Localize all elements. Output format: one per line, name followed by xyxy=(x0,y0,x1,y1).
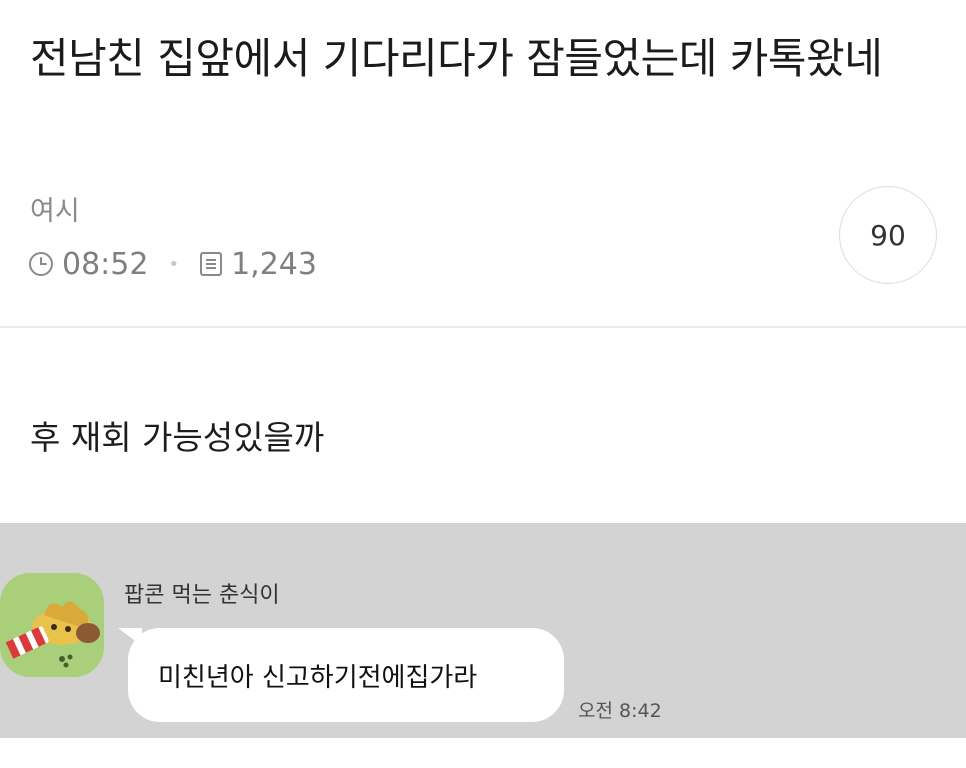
document-icon xyxy=(199,251,223,277)
post-views: 1,243 xyxy=(231,246,317,282)
chat-sender-name: 팝콘 먹는 춘식이 xyxy=(124,583,280,608)
chat-message-text: 미친년아 신고하기전에집가라 xyxy=(158,662,478,693)
chat-message-time: 오전 8:42 xyxy=(578,700,662,722)
post-title: 전남친 집앞에서 기다리다가 잠들었는데 카톡왔네 xyxy=(30,34,883,83)
post-time: 08:52 xyxy=(62,246,149,282)
meta-separator: • xyxy=(168,253,180,275)
sender-avatar xyxy=(0,573,104,677)
header-divider xyxy=(0,326,966,328)
clock-icon xyxy=(28,251,54,277)
post-meta: 08:52 • 1,243 xyxy=(28,244,317,284)
bottom-strip xyxy=(0,738,966,768)
post-body: 후 재회 가능성있을까 xyxy=(30,418,325,457)
comment-count-button[interactable]: 90 xyxy=(839,186,937,284)
character-illustration-icon xyxy=(5,601,100,668)
chat-message-bubble: 미친년아 신고하기전에집가라 xyxy=(128,628,564,722)
post-author[interactable]: 여시 xyxy=(30,192,80,232)
